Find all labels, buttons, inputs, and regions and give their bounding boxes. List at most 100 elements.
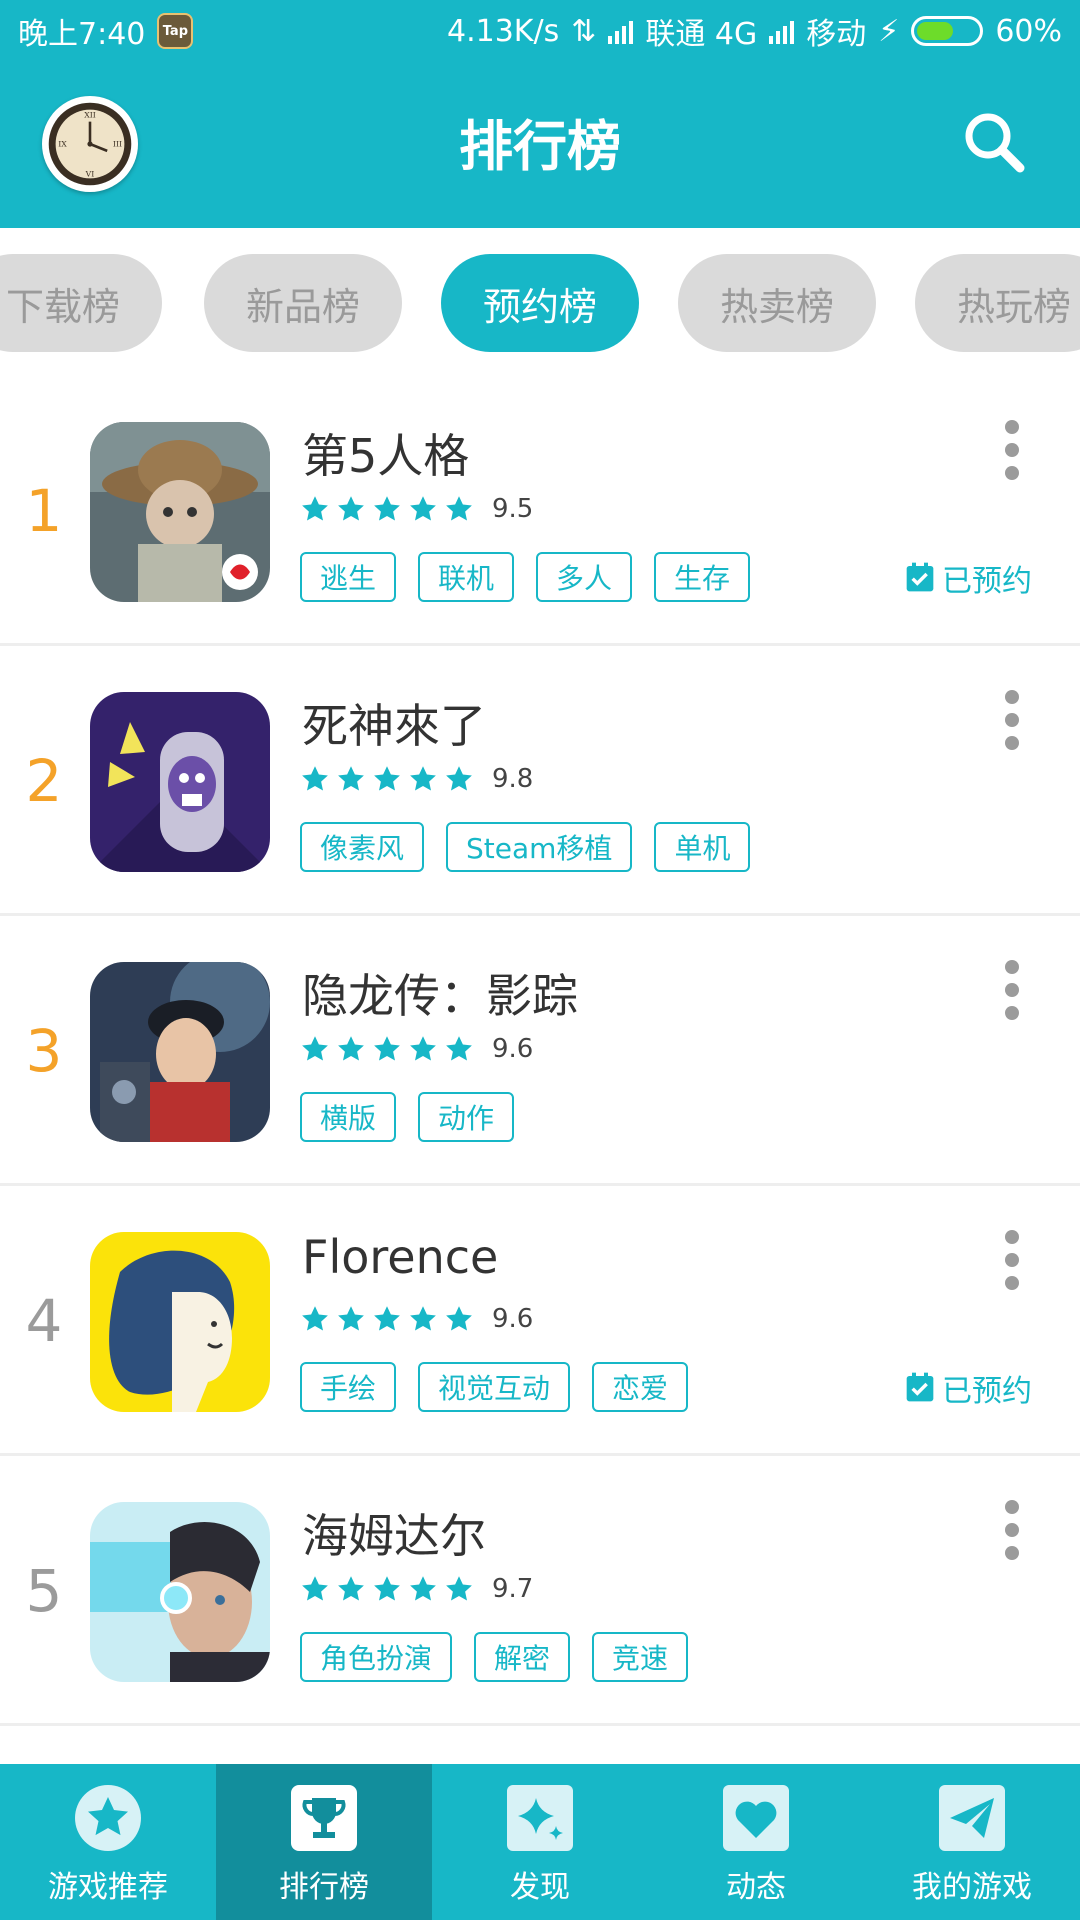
more-dot [1005, 1230, 1019, 1244]
star-icon [338, 766, 364, 791]
game-title[interactable]: 隐龙传：影踪 [302, 960, 578, 1026]
star-icon [374, 496, 400, 521]
search-button[interactable] [958, 106, 1030, 178]
more-options-button[interactable] [994, 1500, 1030, 1560]
more-dot [1005, 1500, 1019, 1514]
star-icon [338, 1306, 364, 1331]
more-options-button[interactable] [994, 1230, 1030, 1290]
star-icon [410, 1306, 436, 1331]
more-dot [1005, 690, 1019, 704]
tab-2[interactable]: 预约榜 [441, 254, 639, 352]
battery-level [917, 22, 954, 40]
game-tag[interactable]: 像素风 [300, 822, 425, 872]
game-icon[interactable] [90, 1232, 270, 1412]
star-icon [446, 1576, 472, 1601]
star-icon [302, 766, 328, 791]
game-tag[interactable]: 生存 [654, 552, 751, 602]
game-row-2[interactable]: 2 死神來了 9.8 像素风 Steam移植 单机 [0, 646, 1080, 916]
tab-1[interactable]: 新品榜 [204, 254, 402, 352]
game-tag[interactable]: 多人 [536, 552, 633, 602]
reserved-status[interactable]: 已预约 [904, 556, 1032, 600]
game-title[interactable]: Florence [302, 1230, 498, 1284]
tab-4[interactable]: 热玩榜 [915, 254, 1080, 352]
star-rating: 9.6 [300, 1304, 533, 1334]
status-bar: 晚上7:40 Tap 4.13K/s ⇅ 联通 4G 移动 ⚡ 60% [0, 0, 1080, 62]
rating-score: 9.5 [492, 494, 534, 524]
more-options-button[interactable] [994, 960, 1030, 1020]
game-row-3[interactable]: 3 隐龙传：影踪 9.6 横版 动作 [0, 916, 1080, 1186]
game-tag[interactable]: 动作 [418, 1092, 515, 1142]
game-tag[interactable]: 角色扮演 [300, 1632, 453, 1682]
game-tag[interactable]: 视觉互动 [418, 1362, 571, 1412]
star-rating: 9.6 [300, 1034, 533, 1064]
game-row-1[interactable]: 1 第5人格 9.5 逃生 联机 多人 生存 已预约 [0, 376, 1080, 646]
signal-icon-2 [769, 18, 795, 44]
more-dot [1005, 713, 1019, 727]
nav-label: 发现 [510, 1870, 570, 1905]
more-options-button[interactable] [994, 420, 1030, 480]
rating-score: 9.6 [492, 1304, 534, 1334]
taptap-notification-icon: Tap [157, 13, 194, 49]
star-icon [410, 766, 436, 791]
game-tag[interactable]: 竞速 [592, 1632, 689, 1682]
rank-number: 3 [25, 1017, 63, 1085]
search-icon [965, 113, 1025, 173]
paper-plane-icon [938, 1784, 1006, 1852]
star-icon [338, 496, 364, 521]
star-icon [74, 1784, 142, 1852]
star-icon [374, 1576, 400, 1601]
nav-item-3[interactable]: 动态 [648, 1764, 864, 1920]
game-title[interactable]: 第5人格 [302, 420, 469, 486]
game-tag[interactable]: 解密 [474, 1632, 571, 1682]
rating-score: 9.8 [492, 764, 534, 794]
star-icon [374, 1306, 400, 1331]
game-tag[interactable]: 逃生 [300, 552, 397, 602]
game-tag[interactable]: 横版 [300, 1092, 397, 1142]
game-title[interactable]: 死神來了 [302, 690, 486, 756]
tab-0[interactable]: 下载榜 [0, 254, 162, 352]
carrier-1: 联通 4G [645, 17, 758, 52]
more-dot [1005, 1006, 1019, 1020]
star-icon [302, 1576, 328, 1601]
nav-item-0[interactable]: 游戏推荐 [0, 1764, 216, 1920]
game-tag[interactable]: 单机 [654, 822, 751, 872]
more-options-button[interactable] [994, 690, 1030, 750]
star-icon [446, 496, 472, 521]
more-dot [1005, 960, 1019, 974]
game-row-4[interactable]: 4 Florence 9.6 手绘 视觉互动 恋爱 已预约 [0, 1186, 1080, 1456]
star-icon [338, 1036, 364, 1061]
nav-label: 我的游戏 [912, 1870, 1032, 1905]
more-dot [1005, 466, 1019, 480]
game-tag[interactable]: 恋爱 [592, 1362, 689, 1412]
more-dot [1005, 736, 1019, 750]
app-header: XII III VI IX 排行榜 [0, 62, 1080, 228]
game-tag[interactable]: Steam移植 [446, 822, 633, 872]
rating-score: 9.6 [492, 1034, 534, 1064]
game-icon[interactable] [90, 422, 270, 602]
nav-item-1[interactable]: 排行榜 [216, 1764, 432, 1920]
game-row-5[interactable]: 5 海姆达尔 9.7 角色扮演 解密 竞速 [0, 1456, 1080, 1726]
game-tag[interactable]: 手绘 [300, 1362, 397, 1412]
game-icon[interactable] [90, 962, 270, 1142]
bottom-navigation: 游戏推荐 排行榜 发现 动态 我的游戏 [0, 1764, 1080, 1920]
reserved-status[interactable]: 已预约 [904, 1366, 1032, 1410]
battery-percent: 60% [995, 13, 1062, 49]
game-title[interactable]: 海姆达尔 [302, 1500, 486, 1566]
game-icon[interactable] [90, 1502, 270, 1682]
star-icon [410, 496, 436, 521]
signal-icon [608, 18, 634, 44]
more-dot [1005, 1546, 1019, 1560]
nav-label: 游戏推荐 [48, 1870, 168, 1905]
heart-icon [722, 1784, 790, 1852]
nav-item-2[interactable]: 发现 [432, 1764, 648, 1920]
tab-3[interactable]: 热卖榜 [678, 254, 876, 352]
game-tag[interactable]: 联机 [418, 552, 515, 602]
game-list: 1 第5人格 9.5 逃生 联机 多人 生存 已预约 2 死神來了 9.8 像素风 Steam移植 单机 3… [0, 376, 1080, 1726]
game-icon[interactable] [90, 692, 270, 872]
star-rating: 9.7 [300, 1574, 533, 1604]
tag-list: 像素风 Steam移植 单机 [300, 822, 751, 872]
nav-item-4[interactable]: 我的游戏 [864, 1764, 1080, 1920]
rank-number: 4 [25, 1287, 63, 1355]
star-icon [410, 1036, 436, 1061]
star-icon [446, 766, 472, 791]
